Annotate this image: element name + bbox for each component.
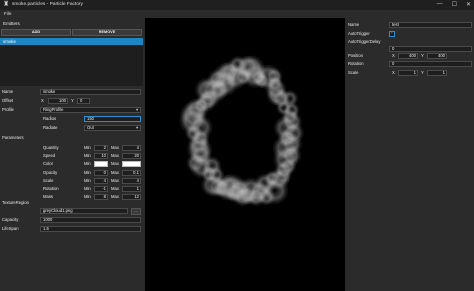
right-panel: Name test AutoTrigger AutoTriggerDelay 0… [345,18,474,291]
emitter-name-field[interactable]: smoke [40,89,141,95]
smoke-ring-preview [179,55,304,206]
add-emitter-button[interactable]: ADD [1,29,71,36]
position-y-field[interactable]: 400 [427,53,447,59]
autotrigger-delay-label: AutoTriggerDelay [348,39,381,44]
parameter-max-field[interactable]: 20 [122,153,141,160]
scale-x-field[interactable]: 1 [398,70,418,76]
profile-dropdown[interactable]: RingProfile ▼ [40,107,141,113]
autotrigger-label: AutoTrigger [348,31,370,36]
modifier-name-field[interactable]: test [389,22,472,28]
particle-preview-canvas[interactable] [145,18,345,291]
menu-bar: File [0,10,474,18]
name-label: Name [2,89,14,94]
min-label: Min [84,186,91,191]
autotrigger-checkbox[interactable] [389,30,395,37]
offset-x-field[interactable]: 100 [48,98,68,104]
lifespan-label: LifeSpan [2,226,19,231]
texture-label: TextureRegion [2,200,30,205]
profile-label: Profile [2,107,14,112]
window-title: smoke.particles - Particle Factory [12,2,83,7]
position-x-field[interactable]: 400 [398,53,418,59]
max-label: Max [111,177,119,183]
rotation-field[interactable]: 0 [389,61,472,67]
lifespan-field[interactable]: 1.5 [40,226,141,232]
parameter-max-field[interactable]: 4 [122,145,141,151]
parameter-name: Opacity [43,169,58,175]
parameter-min-field[interactable]: 8 [94,194,108,201]
parameter-max-field[interactable]: 0.1 [122,169,141,176]
emitters-header: Emitters [3,21,20,26]
emitter-list[interactable]: smoke [0,38,143,86]
max-label: Max [111,161,119,167]
max-label: Max [111,194,119,200]
scale-y-field[interactable]: 1 [427,70,447,76]
min-label: Min [84,161,91,167]
capacity-field[interactable]: 1000 [40,217,141,223]
max-label: Max [111,169,119,175]
position-x-label: X [392,53,395,58]
capacity-label: Capacity [2,217,19,222]
min-label: Min [84,145,91,150]
parameter-min-field[interactable]: 4 [94,177,108,184]
app-icon: ♜ [3,1,10,8]
max-label: Max [111,186,119,191]
smoke-puff [274,116,298,140]
parameter-name: Color [43,161,54,167]
parameter-max-field[interactable]: 1 [122,186,141,192]
radius-label: Radius [43,116,57,121]
parameter-name: Scale [43,177,54,183]
close-icon[interactable]: ✕ [466,1,471,8]
parameter-name: Quantity [43,145,59,150]
parameter-max-field[interactable] [122,161,141,168]
scale-label: Scale [348,70,359,75]
rotation-label: Rotation [348,61,364,66]
remove-emitter-button[interactable]: REMOVE [72,29,142,36]
chevron-down-icon: ▼ [135,108,139,112]
parameter-min-field[interactable]: 10 [94,153,108,160]
max-label: Max [111,145,119,150]
parameter-min-field[interactable]: 2 [94,145,108,151]
parameter-max-field[interactable]: 4 [122,177,141,184]
menu-file[interactable]: File [4,11,11,16]
window-controls: — ☐ ✕ [437,1,471,8]
parameter-name: Mass [43,194,54,200]
parameter-min-field[interactable] [94,161,108,168]
offset-y-field[interactable]: 0 [77,98,90,104]
min-label: Min [84,153,91,159]
position-label: Position [348,53,363,58]
offset-x-label: X [41,98,44,103]
offset-y-label: Y [71,98,74,103]
offset-label: Offset [2,98,14,103]
radiate-dropdown[interactable]: Out ▼ [84,125,141,131]
parameter-max-field[interactable]: 12 [122,194,141,201]
autotrigger-delay-field[interactable]: 0 [389,46,472,52]
min-label: Min [84,169,91,175]
modifier-name-label: Name [348,22,360,27]
parameter-name: Speed [43,153,56,159]
left-panel: Emitters ADD REMOVE smoke Name smoke Off… [0,18,143,291]
parameter-min-field[interactable]: 0 [94,169,108,176]
min-label: Min [84,194,91,200]
radiate-value: Out [87,125,94,130]
scale-y-label: Y [421,70,424,75]
max-label: Max [111,153,119,159]
position-y-label: Y [421,53,424,58]
min-label: Min [84,177,91,183]
parameter-name: Rotation [43,186,59,191]
parameters-header: Parameters [2,135,24,140]
radius-field[interactable]: 150 [84,116,141,122]
radiate-label: Radiate [43,125,58,130]
title-bar: ♜ smoke.particles - Particle Factory — ☐… [0,0,474,10]
scale-x-label: X [392,70,395,75]
parameter-min-field[interactable]: -1 [94,186,108,192]
browse-texture-button[interactable]: ... [131,208,141,215]
chevron-down-icon: ▼ [135,126,139,130]
emitter-list-item-smoke[interactable]: smoke [0,38,143,45]
texture-field[interactable]: greyCloud1.png [40,208,128,214]
maximize-icon[interactable]: ☐ [452,1,457,8]
minimize-icon[interactable]: — [437,1,443,8]
profile-value: RingProfile [43,107,64,112]
